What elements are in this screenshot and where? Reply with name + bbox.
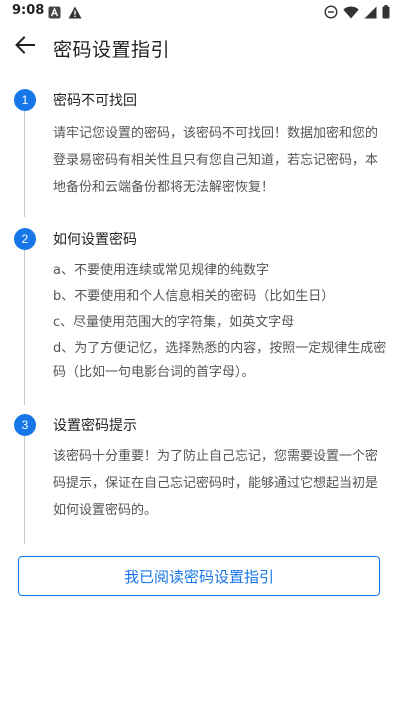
list-item: a、不要使用连续或常见规律的纯数字 <box>53 263 269 278</box>
status-time: 9:08 <box>12 3 45 18</box>
status-left-icons <box>48 4 82 23</box>
confirm-read-guide-button[interactable]: 我已阅读密码设置指引 <box>18 556 380 596</box>
step-3-title: 设置密码提示 <box>53 418 137 434</box>
page-title: 密码设置指引 <box>53 39 171 61</box>
list-item: d、为了方便记忆，选择熟悉的内容，按照一定规律生成密码（比如一句电影台词的首字母… <box>53 341 387 380</box>
step-1-body: 请牢记您设置的密码，该密码不可找回！数据加密和您的登录易密码有相关性且只有您自己… <box>53 126 379 195</box>
notification-a-icon <box>48 4 61 23</box>
page: 9:08 密码设置指引 1 密码不可找回 请牢记您设置的密码，该密码不可找回！数… <box>0 0 400 710</box>
do-not-disturb-icon <box>324 4 338 23</box>
step-2-number: 2 <box>14 228 36 250</box>
step-3-number: 3 <box>14 414 36 436</box>
status-bar: 9:08 <box>0 0 400 24</box>
status-right-icons <box>324 4 390 23</box>
wifi-icon <box>343 4 359 23</box>
battery-icon <box>382 4 390 23</box>
arrow-left-icon <box>15 36 35 58</box>
step-2-title: 如何设置密码 <box>53 232 137 248</box>
timeline-line-2 <box>24 250 25 405</box>
warning-icon <box>68 4 82 23</box>
step-2-list: a、不要使用连续或常见规律的纯数字 b、不要使用和个人信息相关的密码（比如生日）… <box>53 259 388 387</box>
list-item: b、不要使用和个人信息相关的密码（比如生日） <box>53 289 335 304</box>
timeline-line-3 <box>24 436 25 544</box>
app-bar: 密码设置指引 <box>0 24 400 70</box>
list-item: c、尽量使用范围大的字符集，如英文字母 <box>53 315 295 330</box>
back-button[interactable] <box>12 34 38 60</box>
step-1-number: 1 <box>14 89 36 111</box>
timeline-line-1 <box>24 111 25 217</box>
signal-icon <box>364 4 377 23</box>
step-3-body: 该密码十分重要！为了防止自己忘记，您需要设置一个密码提示，保证在自己忘记密码时，… <box>53 449 379 518</box>
step-1-title: 密码不可找回 <box>53 93 137 109</box>
